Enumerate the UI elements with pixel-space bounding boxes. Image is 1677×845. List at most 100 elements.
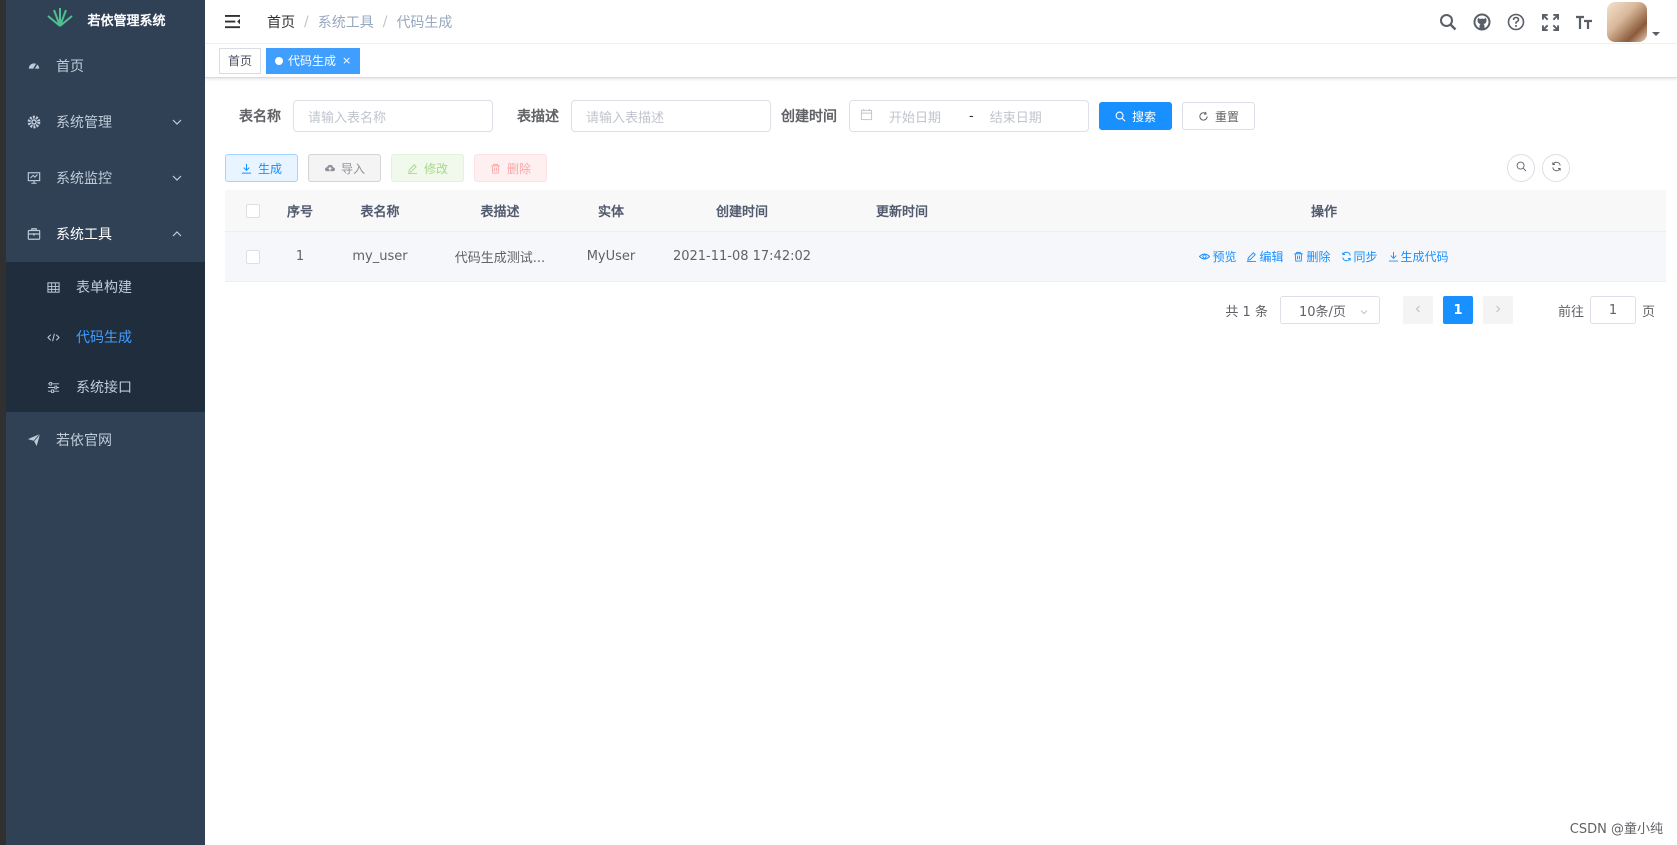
toggle-search-button[interactable] xyxy=(1507,154,1535,182)
goto-page-input[interactable]: 1 xyxy=(1589,296,1636,324)
preview-label: 预览 xyxy=(1212,250,1237,264)
active-dot-icon xyxy=(275,56,284,65)
download-icon xyxy=(1388,251,1400,263)
delete-button[interactable]: 删除 xyxy=(474,154,548,182)
trash-icon xyxy=(1293,251,1305,263)
sidebar-item-official-site[interactable]: 若依官网 xyxy=(6,412,205,468)
font-size-icon[interactable] xyxy=(1567,0,1601,44)
tag-label: 代码生成 xyxy=(288,53,337,68)
breadcrumb-separator: / xyxy=(304,13,309,30)
gear-icon xyxy=(26,114,42,130)
breadcrumb: 首页 / 系统工具 / 代码生成 xyxy=(267,12,452,32)
page-size-value: 10条/页 xyxy=(1298,304,1346,320)
close-icon[interactable]: × xyxy=(342,49,351,73)
next-page-button[interactable] xyxy=(1482,296,1513,324)
column-header: 表描述 xyxy=(480,205,520,220)
refresh-button[interactable] xyxy=(1542,154,1570,182)
page-unit-label: 页 xyxy=(1641,304,1655,320)
sliders-icon xyxy=(46,380,60,394)
sidebar-item-code-gen[interactable]: 代码生成 xyxy=(6,312,205,362)
tag-home[interactable]: 首页 xyxy=(219,47,262,74)
cell-table-desc: 代码生成测试... xyxy=(454,251,546,266)
preview-link[interactable]: 预览 xyxy=(1199,248,1236,265)
page-number-current[interactable]: 1 xyxy=(1442,296,1473,324)
chevron-down-icon xyxy=(171,116,183,128)
avatar[interactable] xyxy=(1607,2,1647,42)
gen-code-link[interactable]: 生成代码 xyxy=(1388,248,1449,265)
search-button[interactable]: 搜索 xyxy=(1099,102,1173,130)
logo-icon xyxy=(45,6,75,32)
eye-icon xyxy=(1199,251,1211,263)
sidebar-item-home[interactable]: 首页 xyxy=(6,38,205,94)
select-all-checkbox[interactable] xyxy=(225,203,280,218)
watermark: CSDN @童小纯 xyxy=(1569,822,1663,837)
tag-code-gen[interactable]: 代码生成 × xyxy=(266,47,361,74)
logo[interactable]: 若依管理系统 xyxy=(6,0,205,38)
prev-page-button[interactable] xyxy=(1402,296,1433,324)
import-button[interactable]: 导入 xyxy=(308,154,382,182)
table-desc-input[interactable]: 请输入表描述 xyxy=(571,100,771,132)
github-icon[interactable] xyxy=(1465,0,1499,44)
dashboard-icon xyxy=(26,58,42,74)
start-date-input[interactable]: 开始日期 xyxy=(889,107,959,126)
chevron-down-icon xyxy=(1359,306,1369,316)
cell-entity: MyUser xyxy=(586,249,636,264)
generate-button[interactable]: 生成 xyxy=(225,154,299,182)
cell-operations: 预览 编辑 删除 同步 生成代码 xyxy=(982,248,1666,265)
logo-title: 若依管理系统 xyxy=(87,13,166,29)
edit-button-label: 修改 xyxy=(424,161,449,176)
column-header: 更新时间 xyxy=(875,205,928,220)
table-name-label: 表名称 xyxy=(239,109,281,125)
caret-down-icon[interactable] xyxy=(1651,28,1661,38)
chevron-right-icon xyxy=(1493,303,1503,318)
edit-link[interactable]: 编辑 xyxy=(1246,248,1283,265)
toolbox-icon xyxy=(26,226,42,242)
column-header: 表名称 xyxy=(360,205,400,220)
upload-cloud-icon xyxy=(324,162,336,174)
help-icon[interactable] xyxy=(1499,0,1533,44)
content: 表名称 请输入表名称 表描述 请输入表描述 创建时间 开始日期 - 结束日期 搜… xyxy=(205,78,1677,282)
gen-code-label: 生成代码 xyxy=(1400,250,1449,264)
edit-button[interactable]: 修改 xyxy=(391,154,465,182)
search-icon xyxy=(1516,161,1527,176)
sidebar-item-system-manage[interactable]: 系统管理 xyxy=(6,94,205,150)
sidebar-item-swagger[interactable]: 系统接口 xyxy=(6,362,205,412)
date-range-picker[interactable]: 开始日期 - 结束日期 xyxy=(849,100,1089,132)
reset-button[interactable]: 重置 xyxy=(1182,102,1256,130)
table-row[interactable]: 1 my_user 代码生成测试... MyUser 2021-11-08 17… xyxy=(225,232,1666,282)
sync-link[interactable]: 同步 xyxy=(1341,248,1378,265)
calendar-icon xyxy=(860,108,873,125)
delete-link[interactable]: 删除 xyxy=(1293,248,1331,265)
cell-index: 1 xyxy=(295,249,305,264)
page-size-select[interactable]: 10条/页 xyxy=(1279,296,1380,324)
sidebar-item-label: 表单构建 xyxy=(76,280,132,296)
sidebar-item-system-tools[interactable]: 系统工具 xyxy=(6,206,205,262)
table-name-input[interactable]: 请输入表名称 xyxy=(293,100,493,132)
delete-button-label: 删除 xyxy=(507,161,532,176)
row-checkbox[interactable] xyxy=(225,249,280,264)
navbar: 首页 / 系统工具 / 代码生成 xyxy=(205,0,1677,44)
generate-button-label: 生成 xyxy=(258,161,283,176)
right-menu xyxy=(1431,0,1661,44)
edit-label: 编辑 xyxy=(1259,250,1284,264)
table-desc-label: 表描述 xyxy=(517,109,559,125)
column-header: 操作 xyxy=(1310,205,1337,220)
download-icon xyxy=(241,162,253,174)
edit-icon xyxy=(1246,251,1258,263)
breadcrumb-separator: / xyxy=(382,13,388,30)
sidebar-item-system-monitor[interactable]: 系统监控 xyxy=(6,150,205,206)
sidebar-item-form-build[interactable]: 表单构建 xyxy=(6,262,205,312)
search-icon[interactable] xyxy=(1431,0,1465,44)
monitor-icon xyxy=(26,170,42,186)
hamburger-icon[interactable] xyxy=(221,11,243,33)
end-date-input[interactable]: 结束日期 xyxy=(990,107,1042,126)
column-header: 实体 xyxy=(597,205,624,220)
refresh-icon xyxy=(1198,110,1210,122)
fullscreen-icon[interactable] xyxy=(1533,0,1567,44)
submenu-system-tools: 表单构建 代码生成 系统接口 xyxy=(6,262,205,412)
chevron-up-icon xyxy=(171,228,183,240)
sidebar-item-label: 系统工具 xyxy=(56,227,112,243)
breadcrumb-home[interactable]: 首页 xyxy=(267,12,295,32)
range-separator: - xyxy=(969,108,974,124)
data-table: 序号 表名称 表描述 实体 创建时间 更新时间 操作 1 my_user 代码生… xyxy=(225,190,1666,282)
